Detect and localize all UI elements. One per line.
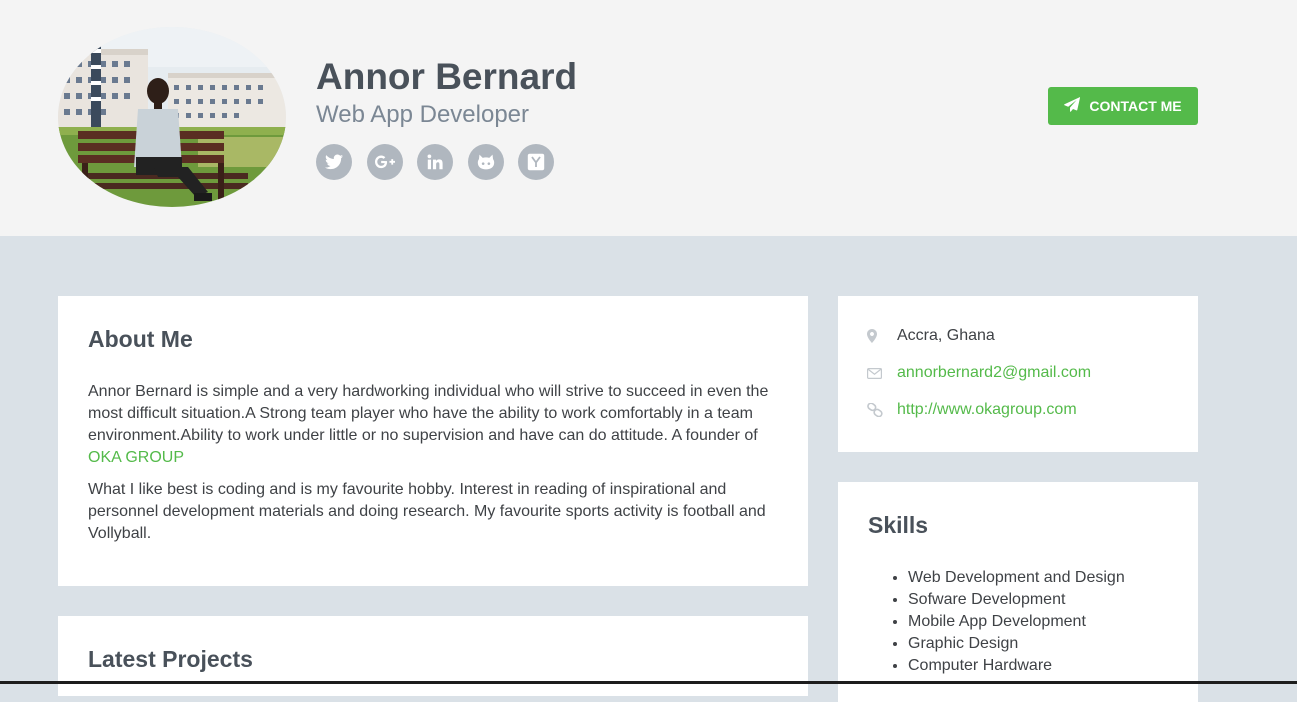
about-paragraph-2: What I like best is coding and is my fav…	[88, 481, 766, 542]
map-marker-icon	[867, 329, 897, 343]
email-row: annorbernard2@gmail.com	[867, 363, 1091, 383]
skill-item: Web Development and Design	[908, 567, 1125, 589]
skill-item: Sofware Development	[908, 589, 1125, 611]
location-row: Accra, Ghana	[867, 326, 995, 346]
email-link[interactable]: annorbernard2@gmail.com	[897, 363, 1091, 383]
about-paragraph-1-text: Annor Bernard is simple and a very hardw…	[88, 383, 769, 444]
google-plus-icon	[374, 154, 395, 170]
google-plus-link[interactable]	[366, 144, 403, 180]
skill-item: Graphic Design	[908, 633, 1125, 655]
skill-item: Computer Hardware	[908, 655, 1125, 677]
social-links	[316, 144, 569, 180]
contact-me-button[interactable]: CONTACT ME	[1048, 87, 1198, 125]
github-link[interactable]	[467, 144, 504, 180]
twitter-icon	[325, 154, 343, 170]
hacker-news-icon	[527, 153, 545, 171]
contact-me-label: CONTACT ME	[1089, 98, 1182, 114]
github-icon	[476, 153, 496, 171]
paper-plane-icon	[1064, 97, 1089, 115]
profile-header: Annor Bernard Web App Developer CONTACT …	[0, 0, 1297, 236]
skills-title: Skills	[868, 512, 929, 538]
skill-item: Mobile App Development	[908, 611, 1125, 633]
twitter-link[interactable]	[316, 144, 352, 180]
linkedin-link[interactable]	[417, 144, 453, 180]
website-row: http://www.okagroup.com	[867, 400, 1077, 420]
about-paragraph-1: Annor Bernard is simple and a very hardw…	[88, 381, 778, 469]
location-text: Accra, Ghana	[897, 327, 995, 344]
profile-name: Annor Bernard	[316, 56, 578, 97]
projects-title: Latest Projects	[88, 646, 253, 672]
hacker-news-link[interactable]	[518, 144, 554, 180]
contact-info-card: Accra, Ghana annorbernard2@gmail.com htt…	[838, 296, 1198, 452]
profile-title: Web App Developer	[316, 101, 530, 128]
skills-card: Skills Web Development and Design Sofwar…	[838, 482, 1198, 702]
website-link[interactable]: http://www.okagroup.com	[897, 400, 1077, 420]
about-title: About Me	[88, 326, 193, 352]
linkedin-icon	[427, 154, 443, 170]
about-card: About Me Annor Bernard is simple and a v…	[58, 296, 808, 586]
envelope-icon	[867, 367, 897, 379]
skills-list: Web Development and Design Sofware Devel…	[838, 567, 1125, 677]
oka-group-link[interactable]: OKA GROUP	[88, 449, 184, 466]
profile-avatar	[58, 27, 286, 207]
projects-card: Latest Projects	[58, 616, 808, 696]
link-icon	[867, 403, 897, 417]
